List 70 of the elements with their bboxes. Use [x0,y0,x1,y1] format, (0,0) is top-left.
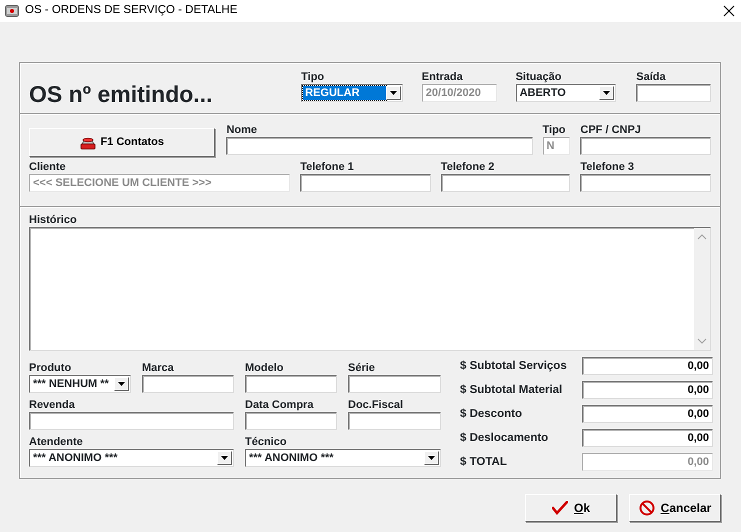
field-label: Nome [226,123,258,137]
app-icon [5,4,19,18]
close-icon[interactable] [723,5,735,17]
input-field[interactable] [348,412,441,430]
total-label: $ Subtotal Serviços [460,359,568,373]
field-label: Data Compra [245,398,314,412]
input-field[interactable] [29,412,234,430]
field-label: Revenda [29,398,76,412]
caret-icon [390,91,397,95]
field-label: Doc.Fiscal [348,398,404,412]
dropdown[interactable]: *** ANONIMO *** [245,449,441,467]
field-label: Marca [142,361,175,375]
field-label: Telefone 3 [580,160,635,174]
field-label: Cliente [29,160,67,174]
dropdown[interactable]: *** ANONIMO *** [29,449,234,467]
caret-icon [221,456,228,460]
input-field[interactable] [226,137,532,155]
dropdown-button[interactable] [424,451,439,465]
input-field[interactable] [245,412,337,430]
field-label: Tipo [301,70,326,84]
input-field[interactable] [348,375,441,393]
caret-icon [428,456,435,460]
field-label: Entrada [422,70,464,84]
input-field[interactable]: 0,00 [582,429,713,447]
window-title: OS - ORDENS DE SERVIÇO - DETALHE [25,3,238,18]
input-field[interactable] [580,137,711,155]
dropdown[interactable]: *** NENHUM ** [29,375,131,393]
field-label: Técnico [245,435,288,449]
input-field[interactable] [245,375,337,393]
dropdown-button[interactable] [599,86,614,100]
field-label: Série [348,361,376,375]
field-label: Atendente [29,435,84,449]
input-field[interactable] [440,174,570,192]
scrollbar[interactable] [694,228,710,350]
field-label: Telefone 1 [300,160,355,174]
dropdown[interactable]: REGULAR [301,84,403,102]
ok-button[interactable]: Ok [525,494,617,522]
dropdown-button[interactable] [386,86,401,100]
dropdown-button[interactable] [114,377,129,391]
total-label: $ Subtotal Material [460,383,564,397]
total-label: $ TOTAL [460,455,508,469]
cancel-button[interactable]: Cancelar [629,494,721,522]
input-field[interactable] [580,174,711,192]
caret-icon [603,91,610,95]
field-label: Saída [636,70,667,84]
scroll-up-icon[interactable] [697,234,707,240]
caret-icon [118,382,125,386]
field-label: Tipo [542,123,567,137]
prohibited-icon [638,500,655,516]
field-label: Modelo [245,361,284,375]
contacts-button[interactable]: F1 Contatos [29,128,216,157]
checkmark-icon [552,501,568,515]
input-field[interactable]: 0,00 [582,381,713,399]
field-label: CPF / CNPJ [580,123,642,137]
field-label: Histórico [29,213,78,227]
field-label: Produto [29,361,72,375]
total-label: $ Desconto [460,407,523,421]
dropdown[interactable]: ABERTO [516,84,616,102]
input-field[interactable] [142,375,234,393]
input-field[interactable]: 0,00 [582,405,713,423]
scroll-down-icon[interactable] [697,338,707,344]
form-title: OS nº emitindo... [29,80,214,109]
field-label: Telefone 2 [440,160,496,174]
input-field[interactable]: 0,00 [582,357,713,375]
field-label: Situação [516,70,562,84]
input-field[interactable] [636,84,711,102]
dropdown-button[interactable] [217,451,232,465]
telephone-icon [80,136,96,150]
input-field[interactable] [300,174,431,192]
total-label: $ Deslocamento [460,431,550,445]
